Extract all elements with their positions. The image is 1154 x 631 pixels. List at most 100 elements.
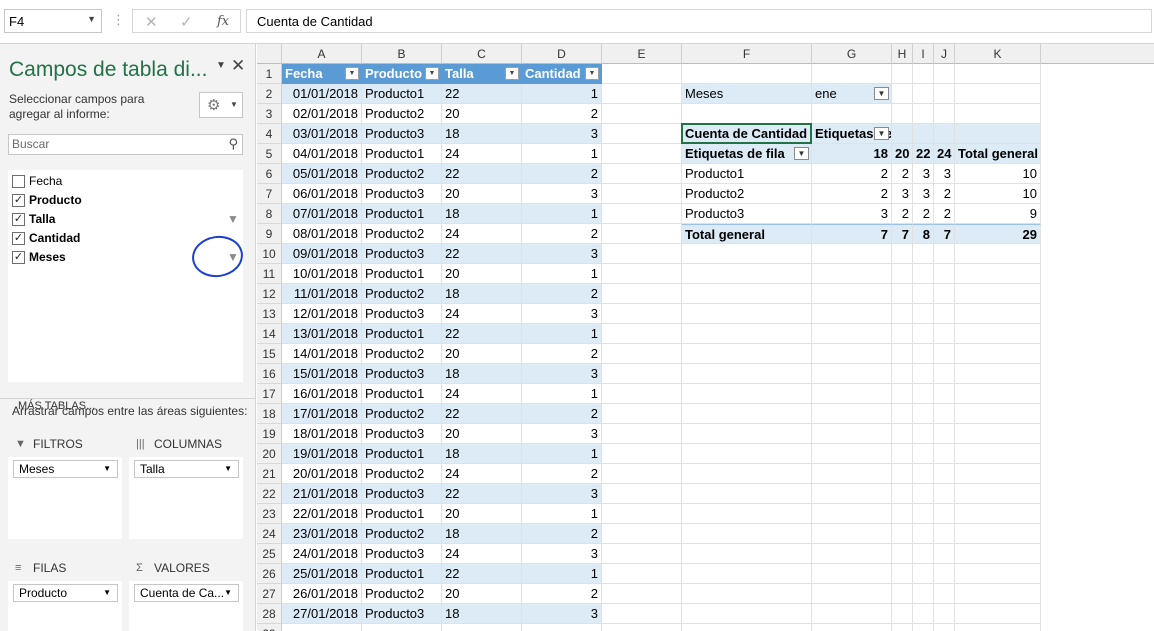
- column-header[interactable]: D: [522, 44, 602, 64]
- pivot-value[interactable]: 2: [812, 184, 892, 204]
- row-header[interactable]: 9: [257, 224, 282, 244]
- table-cell[interactable]: Producto1: [362, 324, 442, 344]
- cell[interactable]: [812, 564, 892, 584]
- cell[interactable]: [812, 104, 892, 124]
- cell[interactable]: [955, 504, 1041, 524]
- table-cell[interactable]: 24: [442, 304, 522, 324]
- cell[interactable]: [812, 524, 892, 544]
- column-header[interactable]: I: [913, 44, 934, 64]
- row-header[interactable]: 10: [257, 244, 282, 264]
- cell[interactable]: [913, 264, 934, 284]
- cell[interactable]: [934, 344, 955, 364]
- cell[interactable]: [934, 604, 955, 624]
- cell[interactable]: [955, 264, 1041, 284]
- cell[interactable]: [602, 104, 682, 124]
- cell[interactable]: [812, 504, 892, 524]
- table-cell[interactable]: 20: [442, 504, 522, 524]
- table-cell[interactable]: 2: [522, 164, 602, 184]
- row-header[interactable]: 14: [257, 324, 282, 344]
- table-cell[interactable]: 18: [442, 604, 522, 624]
- chevron-down-icon[interactable]: ▼: [224, 588, 232, 597]
- row-header[interactable]: 21: [257, 464, 282, 484]
- select-all-corner[interactable]: [257, 44, 282, 64]
- cell[interactable]: [955, 584, 1041, 604]
- cell[interactable]: [602, 244, 682, 264]
- pane-options-icon[interactable]: ▼: [216, 60, 226, 71]
- tools-button[interactable]: ⚙ ▼: [199, 92, 243, 118]
- cell[interactable]: [892, 604, 913, 624]
- table-cell[interactable]: Producto3: [362, 604, 442, 624]
- insert-function-icon[interactable]: fx: [217, 14, 229, 29]
- table-cell[interactable]: 09/01/2018: [282, 244, 362, 264]
- columns-drop-zone[interactable]: Talla ▼: [129, 457, 243, 539]
- cell[interactable]: [602, 124, 682, 144]
- cell[interactable]: [955, 424, 1041, 444]
- table-cell[interactable]: 3: [522, 364, 602, 384]
- cell[interactable]: [602, 504, 682, 524]
- formula-input[interactable]: Cuenta de Cantidad: [246, 9, 1152, 33]
- pivot-value[interactable]: 3: [913, 164, 934, 184]
- table-cell[interactable]: 22: [442, 244, 522, 264]
- table-cell[interactable]: 22: [442, 324, 522, 344]
- table-cell[interactable]: 18: [442, 444, 522, 464]
- cell[interactable]: [682, 604, 812, 624]
- table-cell[interactable]: 15/01/2018: [282, 364, 362, 384]
- cell[interactable]: [282, 624, 362, 631]
- pivot-row-total[interactable]: 10: [955, 164, 1041, 184]
- table-cell[interactable]: Producto2: [362, 584, 442, 604]
- row-header[interactable]: 22: [257, 484, 282, 504]
- cell[interactable]: [812, 284, 892, 304]
- cell[interactable]: [602, 484, 682, 504]
- cell[interactable]: [682, 564, 812, 584]
- column-header[interactable]: F: [682, 44, 812, 64]
- checkbox[interactable]: ✓: [12, 232, 25, 245]
- cell[interactable]: [892, 324, 913, 344]
- column-header[interactable]: B: [362, 44, 442, 64]
- cell[interactable]: [602, 444, 682, 464]
- table-cell[interactable]: Producto1: [362, 384, 442, 404]
- cell[interactable]: [892, 104, 913, 124]
- table-cell[interactable]: Producto2: [362, 524, 442, 544]
- table-cell[interactable]: 2: [522, 344, 602, 364]
- cell[interactable]: [913, 604, 934, 624]
- row-header[interactable]: 13: [257, 304, 282, 324]
- cell[interactable]: [955, 324, 1041, 344]
- table-cell[interactable]: Producto2: [362, 344, 442, 364]
- cancel-icon[interactable]: ✕: [145, 13, 158, 31]
- cell[interactable]: [682, 584, 812, 604]
- table-cell[interactable]: 20: [442, 424, 522, 444]
- pivot-row-label[interactable]: Producto2: [682, 184, 812, 204]
- table-header-talla[interactable]: Talla ▼: [442, 64, 522, 84]
- pivot-grand-total[interactable]: 29: [955, 224, 1041, 244]
- cell[interactable]: [934, 544, 955, 564]
- table-header-fecha[interactable]: Fecha ▼: [282, 64, 362, 84]
- column-header[interactable]: K: [955, 44, 1041, 64]
- pivot-row-labels[interactable]: Etiquetas de fila ▼: [682, 144, 812, 164]
- cell[interactable]: [892, 584, 913, 604]
- cell[interactable]: [602, 424, 682, 444]
- row-header[interactable]: 6: [257, 164, 282, 184]
- row-header[interactable]: 11: [257, 264, 282, 284]
- cell[interactable]: [602, 64, 682, 84]
- pivot-column-total[interactable]: 8: [913, 224, 934, 244]
- cell[interactable]: [955, 384, 1041, 404]
- cell[interactable]: [913, 564, 934, 584]
- row-header[interactable]: 24: [257, 524, 282, 544]
- table-cell[interactable]: Producto1: [362, 204, 442, 224]
- cell[interactable]: [892, 484, 913, 504]
- cell[interactable]: [602, 524, 682, 544]
- cell[interactable]: [892, 624, 913, 631]
- cell[interactable]: [682, 544, 812, 564]
- table-cell[interactable]: 25/01/2018: [282, 564, 362, 584]
- cell[interactable]: [602, 264, 682, 284]
- pivot-row-label[interactable]: Producto1: [682, 164, 812, 184]
- row-header[interactable]: 17: [257, 384, 282, 404]
- table-cell[interactable]: 10/01/2018: [282, 264, 362, 284]
- cell[interactable]: [812, 324, 892, 344]
- cell[interactable]: [812, 64, 892, 84]
- cell[interactable]: [913, 344, 934, 364]
- cell[interactable]: [934, 404, 955, 424]
- pivot-value[interactable]: 2: [934, 184, 955, 204]
- table-cell[interactable]: 1: [522, 444, 602, 464]
- table-cell[interactable]: Producto1: [362, 444, 442, 464]
